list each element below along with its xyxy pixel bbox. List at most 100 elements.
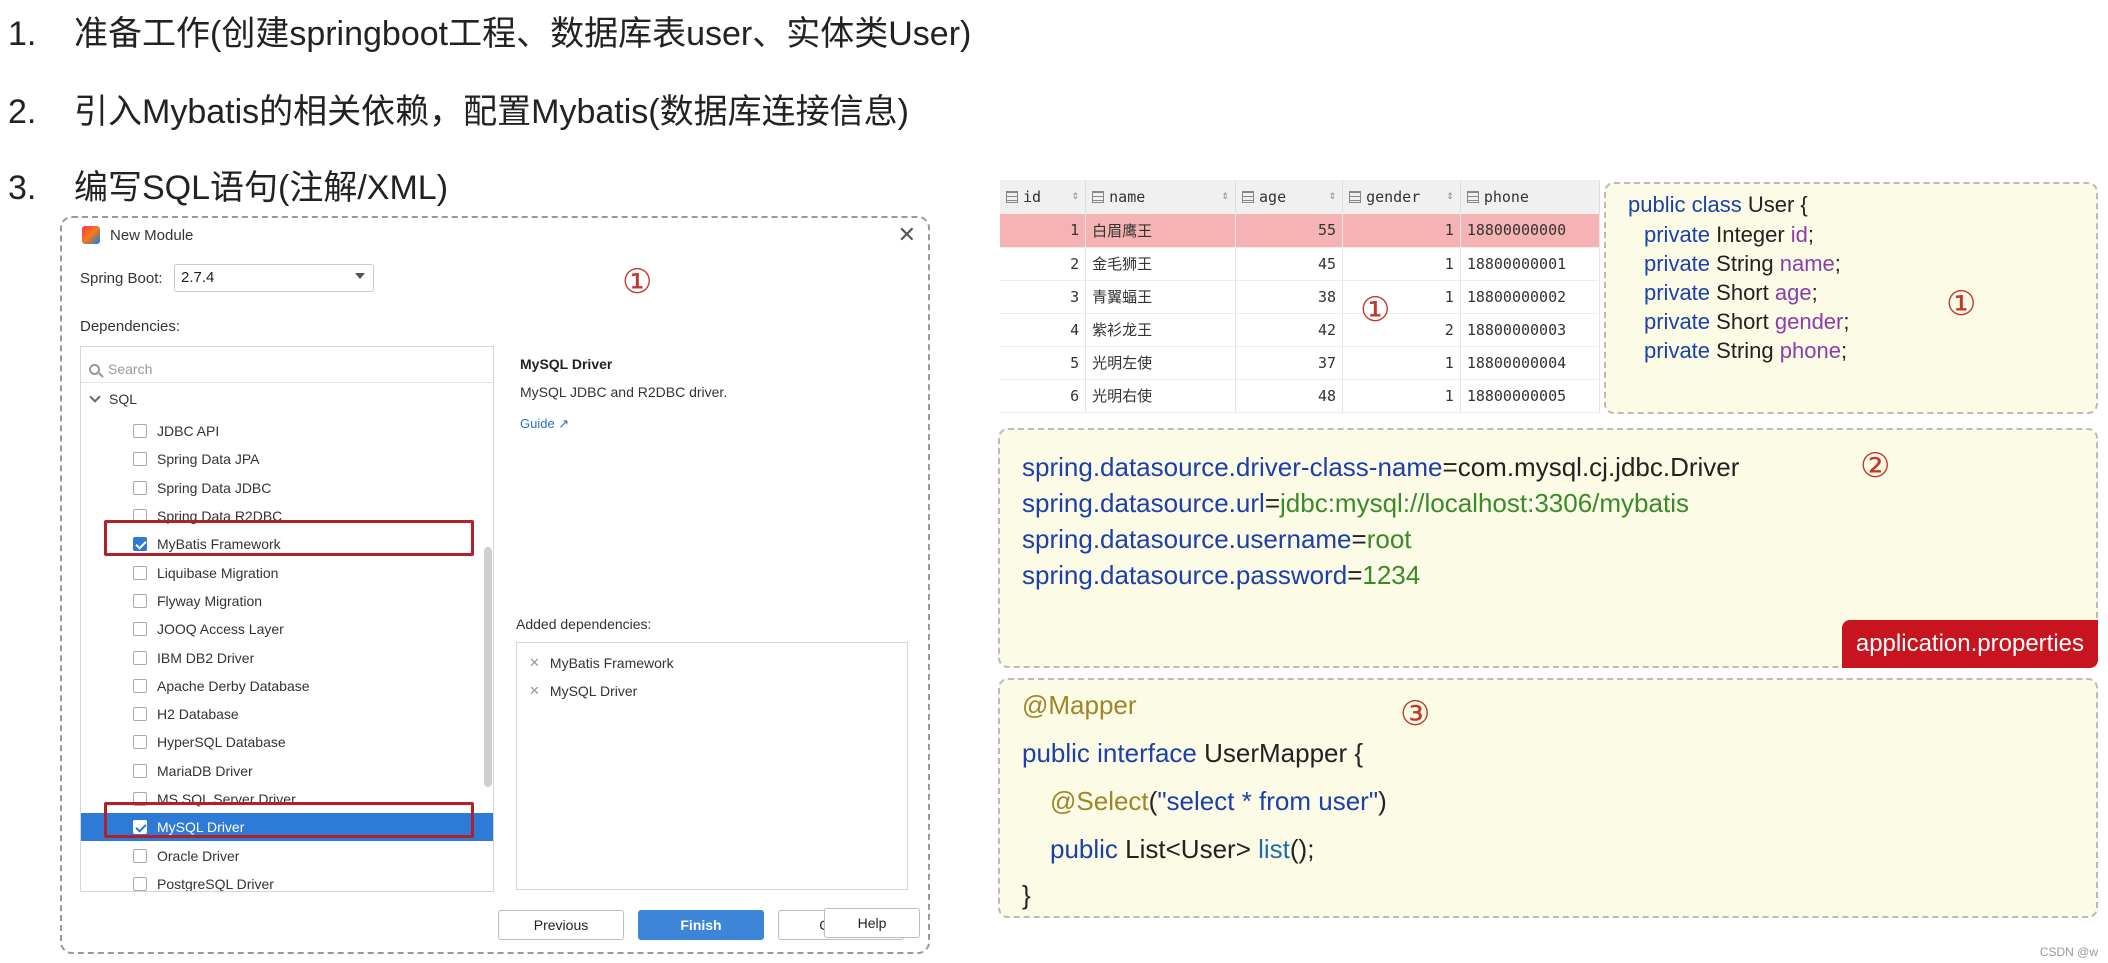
- checkbox-icon[interactable]: [133, 735, 147, 750]
- remove-icon[interactable]: ✕: [529, 655, 540, 671]
- table-row[interactable]: 6 光明右使 48 1 18800000005: [1000, 379, 1601, 413]
- table-cell[interactable]: 光明左使: [1085, 346, 1237, 380]
- checkbox-icon[interactable]: [133, 650, 147, 665]
- table-cell[interactable]: 1: [1342, 379, 1461, 413]
- search-input[interactable]: Search: [81, 347, 493, 383]
- intellij-icon: [82, 226, 100, 244]
- dependencies-label: Dependencies:: [80, 318, 181, 335]
- dependency-item[interactable]: JOOQ Access Layer: [133, 615, 473, 643]
- dependency-item[interactable]: JDBC API: [133, 417, 473, 445]
- table-row[interactable]: 4 紫衫龙王 42 2 18800000003: [1000, 313, 1601, 347]
- dependency-item[interactable]: Flyway Migration: [133, 587, 473, 615]
- chevron-down-icon: [355, 273, 365, 279]
- table-cell[interactable]: 18800000000: [1460, 214, 1601, 248]
- table-cell[interactable]: 1: [1342, 214, 1461, 248]
- close-icon[interactable]: ✕: [898, 222, 916, 248]
- table-cell[interactable]: 18800000004: [1460, 346, 1601, 380]
- column-header-phone[interactable]: phone: [1460, 180, 1601, 214]
- group-sql[interactable]: SQL: [89, 391, 137, 407]
- chevron-down-icon: [89, 391, 101, 403]
- table-cell[interactable]: 金毛狮王: [1085, 247, 1237, 281]
- table-row[interactable]: 5 光明左使 37 1 18800000004: [1000, 346, 1601, 380]
- guide-link[interactable]: Guide ↗: [520, 416, 569, 432]
- checkbox-icon[interactable]: [133, 763, 147, 778]
- table-cell[interactable]: 38: [1235, 280, 1344, 314]
- dependency-label: HyperSQL Database: [157, 734, 286, 751]
- checkbox-icon[interactable]: [133, 480, 147, 495]
- column-header-gender[interactable]: gender ⇕: [1342, 180, 1461, 214]
- checkbox-icon[interactable]: [133, 678, 147, 693]
- added-item: ✕ MySQL Driver: [529, 683, 638, 699]
- table-cell[interactable]: 1: [1000, 214, 1087, 248]
- table-cell[interactable]: 2: [1000, 247, 1087, 281]
- checkbox-icon[interactable]: [133, 565, 147, 580]
- table-cell[interactable]: 42: [1235, 313, 1344, 347]
- dependency-item[interactable]: Liquibase Migration: [133, 558, 473, 586]
- properties-panel: spring.datasource.driver-class-name=com.…: [998, 428, 2098, 668]
- detail-description: MySQL JDBC and R2DBC driver.: [520, 384, 728, 400]
- table-cell[interactable]: 青翼蝠王: [1085, 280, 1237, 314]
- checkbox-icon[interactable]: [133, 707, 147, 722]
- table-cell[interactable]: 紫衫龙王: [1085, 313, 1237, 347]
- checkbox-icon[interactable]: [133, 593, 147, 608]
- previous-button[interactable]: Previous: [498, 910, 624, 940]
- table-cell[interactable]: 48: [1235, 379, 1344, 413]
- marker-mapper: ③: [1400, 694, 1431, 734]
- column-header-age[interactable]: age ⇕: [1235, 180, 1344, 214]
- scrollbar[interactable]: [484, 547, 492, 787]
- dependency-label: Spring Data JPA: [157, 451, 260, 468]
- entity-class-panel: public class User { private Integer id; p…: [1604, 182, 2098, 414]
- dependency-item[interactable]: IBM DB2 Driver: [133, 643, 473, 671]
- step-2: 2. 引入Mybatis的相关依赖，配置Mybatis(数据库连接信息): [8, 93, 909, 131]
- dependency-label: Flyway Migration: [157, 592, 263, 609]
- help-button[interactable]: Help: [824, 908, 920, 938]
- table-cell[interactable]: 1: [1342, 346, 1461, 380]
- column-header-id[interactable]: id ⇕: [1000, 180, 1087, 214]
- table-row[interactable]: 2 金毛狮王 45 1 18800000001: [1000, 247, 1601, 281]
- code-line: private Short age;: [1644, 280, 1818, 305]
- table-cell[interactable]: 6: [1000, 379, 1087, 413]
- dependency-item[interactable]: Apache Derby Database: [133, 672, 473, 700]
- table-cell[interactable]: 光明右使: [1085, 379, 1237, 413]
- checkbox-icon[interactable]: [133, 848, 147, 863]
- dependency-label: IBM DB2 Driver: [157, 649, 255, 666]
- finish-button[interactable]: Finish: [638, 910, 764, 940]
- dependency-item[interactable]: Spring Data JPA: [133, 445, 473, 473]
- table-cell[interactable]: 55: [1235, 214, 1344, 248]
- table-cell[interactable]: 3: [1000, 280, 1087, 314]
- dependency-item[interactable]: PostgreSQL Driver: [133, 870, 473, 891]
- table-cell[interactable]: 4: [1000, 313, 1087, 347]
- dependency-item[interactable]: Spring Data JDBC: [133, 474, 473, 502]
- checkbox-icon[interactable]: [133, 424, 147, 439]
- dependency-item[interactable]: MariaDB Driver: [133, 757, 473, 785]
- checkbox-icon[interactable]: [133, 452, 147, 467]
- table-row[interactable]: 3 青翼蝠王 38 1 18800000002: [1000, 280, 1601, 314]
- table-cell[interactable]: 18800000001: [1460, 247, 1601, 281]
- table-cell[interactable]: 45: [1235, 247, 1344, 281]
- table-cell[interactable]: 白眉鹰王: [1085, 214, 1237, 248]
- column-icon: [1349, 191, 1362, 203]
- marker-table: ①: [1360, 290, 1391, 330]
- remove-icon[interactable]: ✕: [529, 683, 540, 699]
- dependency-label: Liquibase Migration: [157, 564, 279, 581]
- step-1: 1. 准备工作(创建springboot工程、数据库表user、实体类User): [8, 15, 972, 53]
- table-cell[interactable]: 37: [1235, 346, 1344, 380]
- table-row[interactable]: 1 白眉鹰王 55 1 18800000000: [1000, 214, 1601, 248]
- code-line: public class User {: [1628, 192, 1808, 217]
- dependency-item[interactable]: HyperSQL Database: [133, 728, 473, 756]
- checkbox-icon[interactable]: [133, 876, 147, 891]
- column-header-name[interactable]: name ⇕: [1085, 180, 1237, 214]
- marker-props: ②: [1860, 446, 1891, 486]
- table-cell[interactable]: 5: [1000, 346, 1087, 380]
- table-cell[interactable]: 18800000002: [1460, 280, 1601, 314]
- code-line: private Short gender;: [1644, 309, 1850, 334]
- spring-boot-version-select[interactable]: 2.7.4: [174, 264, 374, 292]
- checkbox-icon[interactable]: [133, 622, 147, 637]
- table-cell[interactable]: 1: [1342, 247, 1461, 281]
- dependency-item[interactable]: Oracle Driver: [133, 841, 473, 869]
- table-cell[interactable]: 18800000005: [1460, 379, 1601, 413]
- code-line: @Select("select * from user"): [1050, 786, 1387, 816]
- dependency-item[interactable]: H2 Database: [133, 700, 473, 728]
- table-cell[interactable]: 18800000003: [1460, 313, 1601, 347]
- code-line: private String name;: [1644, 251, 1841, 276]
